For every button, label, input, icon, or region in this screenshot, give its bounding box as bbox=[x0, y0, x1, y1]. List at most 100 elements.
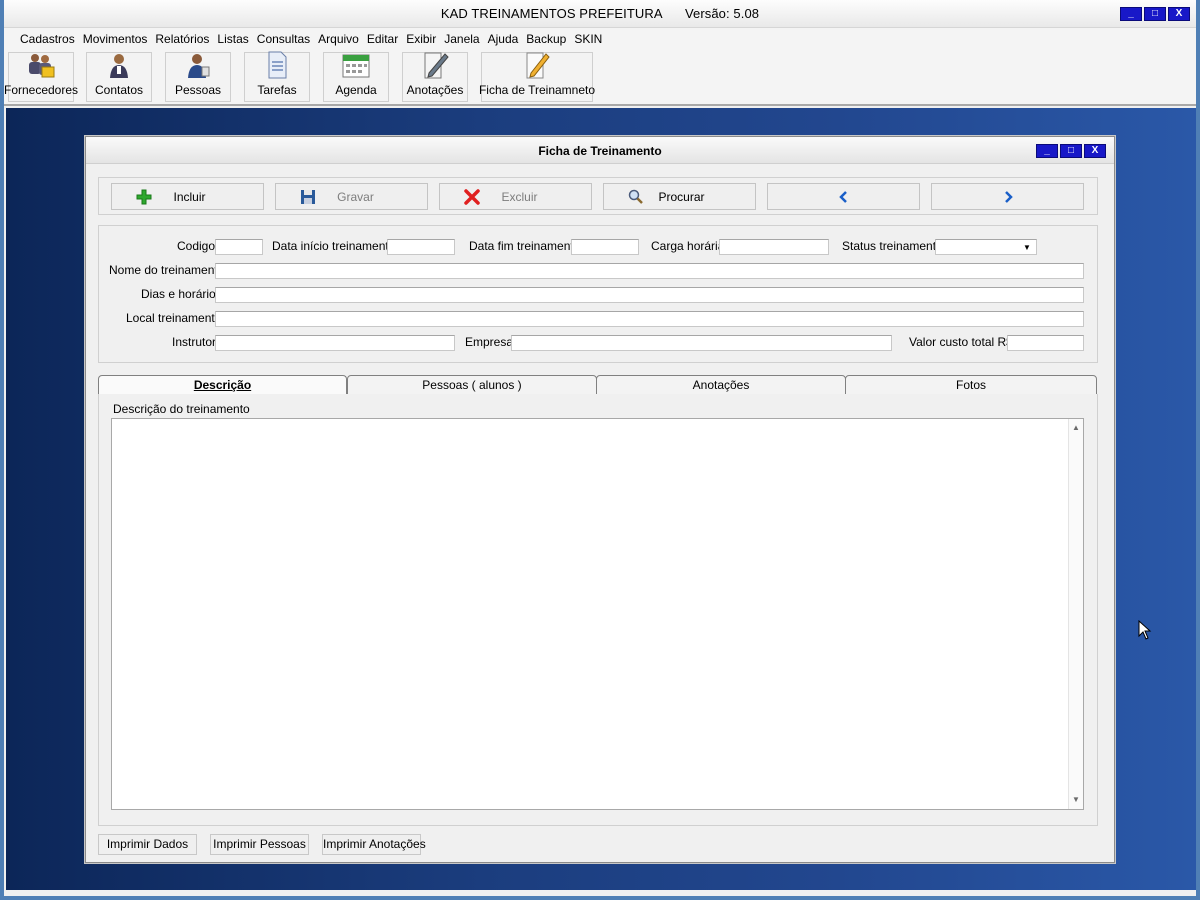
arrow-left-icon bbox=[838, 190, 847, 203]
toolbar-label: Anotações bbox=[406, 83, 464, 97]
tab-strip: Descrição Pessoas ( alunos ) Anotações F… bbox=[98, 375, 1098, 395]
print-people-button[interactable]: Imprimir Pessoas bbox=[210, 834, 309, 855]
toolbar-label: Contatos bbox=[94, 83, 144, 97]
menu-cadastros[interactable]: Cadastros bbox=[16, 32, 79, 46]
app-version: Versão: 5.08 bbox=[684, 6, 760, 21]
toolbar-agenda-button[interactable]: Agenda bbox=[323, 52, 389, 102]
menu-listas[interactable]: Listas bbox=[213, 32, 252, 46]
notes-icon bbox=[419, 51, 451, 79]
ficha-treinamento-window: Ficha de Treinamento _ □ X Incluir Grava… bbox=[85, 136, 1115, 863]
form-window-controls: _ □ X bbox=[1036, 144, 1106, 158]
scroll-down-arrow-icon[interactable]: ▼ bbox=[1069, 793, 1083, 807]
toolbar-label: Pessoas bbox=[174, 83, 222, 97]
tab-pessoas-alunos[interactable]: Pessoas ( alunos ) bbox=[347, 375, 597, 395]
nome-label: Nome do treinamento bbox=[109, 263, 225, 277]
dias-horarios-label: Dias e horários bbox=[141, 287, 222, 301]
tab-descricao[interactable]: Descrição bbox=[98, 375, 347, 395]
delete-label: Excluir bbox=[501, 189, 538, 204]
codigo-input[interactable] bbox=[215, 239, 263, 255]
save-button[interactable]: Gravar bbox=[275, 183, 428, 210]
local-input[interactable] bbox=[215, 311, 1084, 327]
menu-exibir[interactable]: Exibir bbox=[402, 32, 440, 46]
toolbar-pessoas-button[interactable]: Pessoas bbox=[165, 52, 231, 102]
training-fields-panel: Codigo Data início treinamento Data fim … bbox=[98, 225, 1098, 363]
people-icon bbox=[182, 51, 214, 79]
menu-bar: Cadastros Movimentos Relatórios Listas C… bbox=[4, 28, 1196, 50]
toolbar-ficha-treinamento-button[interactable]: Ficha de Treinamneto bbox=[478, 51, 596, 102]
toolbar-contatos-button[interactable]: Contatos bbox=[86, 52, 152, 102]
form-close-button[interactable]: X bbox=[1084, 144, 1106, 158]
menu-consultas[interactable]: Consultas bbox=[253, 32, 314, 46]
instrutor-label: Instrutor bbox=[172, 335, 217, 349]
form-title-bar: Ficha de Treinamento _ □ X bbox=[86, 137, 1114, 164]
data-fim-input[interactable] bbox=[571, 239, 639, 255]
tab-anotacoes[interactable]: Anotações bbox=[596, 375, 846, 395]
previous-record-button[interactable] bbox=[767, 183, 920, 210]
scroll-up-arrow-icon[interactable]: ▲ bbox=[1069, 421, 1083, 435]
contacts-icon bbox=[103, 51, 135, 79]
instrutor-input[interactable] bbox=[215, 335, 455, 351]
menu-backup[interactable]: Backup bbox=[522, 32, 570, 46]
include-label: Incluir bbox=[173, 189, 206, 204]
tab-panel-descricao: Descrição do treinamento ▲ ▼ bbox=[98, 394, 1098, 826]
vertical-scrollbar[interactable]: ▲ ▼ bbox=[1068, 419, 1083, 809]
menu-janela[interactable]: Janela bbox=[440, 32, 483, 46]
tasks-icon bbox=[261, 51, 293, 79]
menu-relatorios[interactable]: Relatórios bbox=[151, 32, 213, 46]
toolbar-tarefas-button[interactable]: Tarefas bbox=[244, 51, 310, 102]
calendar-icon bbox=[340, 51, 372, 79]
form-maximize-button[interactable]: □ bbox=[1060, 144, 1082, 158]
next-record-button[interactable] bbox=[931, 183, 1084, 210]
print-notes-button[interactable]: Imprimir Anotações bbox=[322, 834, 426, 855]
status-select[interactable]: ▼ bbox=[935, 239, 1037, 255]
dropdown-arrow-icon[interactable]: ▼ bbox=[1020, 242, 1034, 253]
window-controls: _ □ X bbox=[1120, 7, 1190, 21]
search-label: Procurar bbox=[658, 189, 705, 204]
toolbar-label: Tarefas bbox=[257, 83, 297, 97]
dias-horarios-input[interactable] bbox=[215, 287, 1084, 303]
status-label: Status treinamento bbox=[842, 239, 943, 253]
data-fim-label: Data fim treinamento bbox=[469, 239, 581, 253]
toolbar-anotacoes-button[interactable]: Anotações bbox=[402, 52, 468, 102]
codigo-label: Codigo bbox=[177, 239, 216, 253]
description-textarea[interactable]: ▲ ▼ bbox=[111, 418, 1084, 810]
include-button[interactable]: Incluir bbox=[111, 183, 264, 210]
suppliers-icon bbox=[25, 51, 57, 79]
print-data-button[interactable]: Imprimir Dados bbox=[98, 834, 197, 855]
maximize-button[interactable]: □ bbox=[1144, 7, 1166, 21]
delete-button[interactable]: Excluir bbox=[439, 183, 592, 210]
menu-editar[interactable]: Editar bbox=[363, 32, 402, 46]
tab-fotos[interactable]: Fotos bbox=[845, 375, 1097, 395]
data-inicio-label: Data início treinamento bbox=[272, 239, 396, 253]
close-button[interactable]: X bbox=[1168, 7, 1190, 21]
valor-custo-label: Valor custo total R$ bbox=[909, 335, 1013, 349]
action-bar: Incluir Gravar Excluir Procurar bbox=[98, 177, 1098, 215]
main-toolbar: Fornecedores Contatos Pessoas Tarefas Ag… bbox=[4, 50, 1196, 106]
local-label: Local treinamento bbox=[126, 311, 222, 325]
data-inicio-input[interactable] bbox=[387, 239, 455, 255]
valor-custo-input[interactable] bbox=[1007, 335, 1084, 351]
minimize-button[interactable]: _ bbox=[1120, 7, 1142, 21]
carga-horaria-label: Carga horária bbox=[651, 239, 725, 253]
title-bar: KAD TREINAMENTOS PREFEITURA Versão: 5.08… bbox=[4, 0, 1196, 28]
search-button[interactable]: Procurar bbox=[603, 183, 756, 210]
empresa-input[interactable] bbox=[511, 335, 892, 351]
menu-ajuda[interactable]: Ajuda bbox=[484, 32, 523, 46]
menu-arquivo[interactable]: Arquivo bbox=[314, 32, 363, 46]
arrow-right-icon bbox=[1004, 190, 1013, 203]
toolbar-label: Ficha de Treinamneto bbox=[478, 83, 596, 97]
empresa-label: Empresa bbox=[465, 335, 514, 349]
toolbar-label: Fornecedores bbox=[3, 83, 79, 97]
menu-movimentos[interactable]: Movimentos bbox=[79, 32, 152, 46]
description-label: Descrição do treinamento bbox=[113, 402, 250, 416]
pencil-icon bbox=[521, 51, 553, 79]
app-title: KAD TREINAMENTOS PREFEITURA bbox=[440, 6, 663, 21]
carga-horaria-input[interactable] bbox=[719, 239, 829, 255]
form-minimize-button[interactable]: _ bbox=[1036, 144, 1058, 158]
toolbar-label: Agenda bbox=[335, 83, 377, 97]
menu-skin[interactable]: SKIN bbox=[570, 32, 606, 46]
mouse-cursor-icon bbox=[1138, 620, 1152, 640]
nome-input[interactable] bbox=[215, 263, 1084, 279]
save-label: Gravar bbox=[337, 189, 374, 204]
toolbar-fornecedores-button[interactable]: Fornecedores bbox=[4, 51, 78, 102]
